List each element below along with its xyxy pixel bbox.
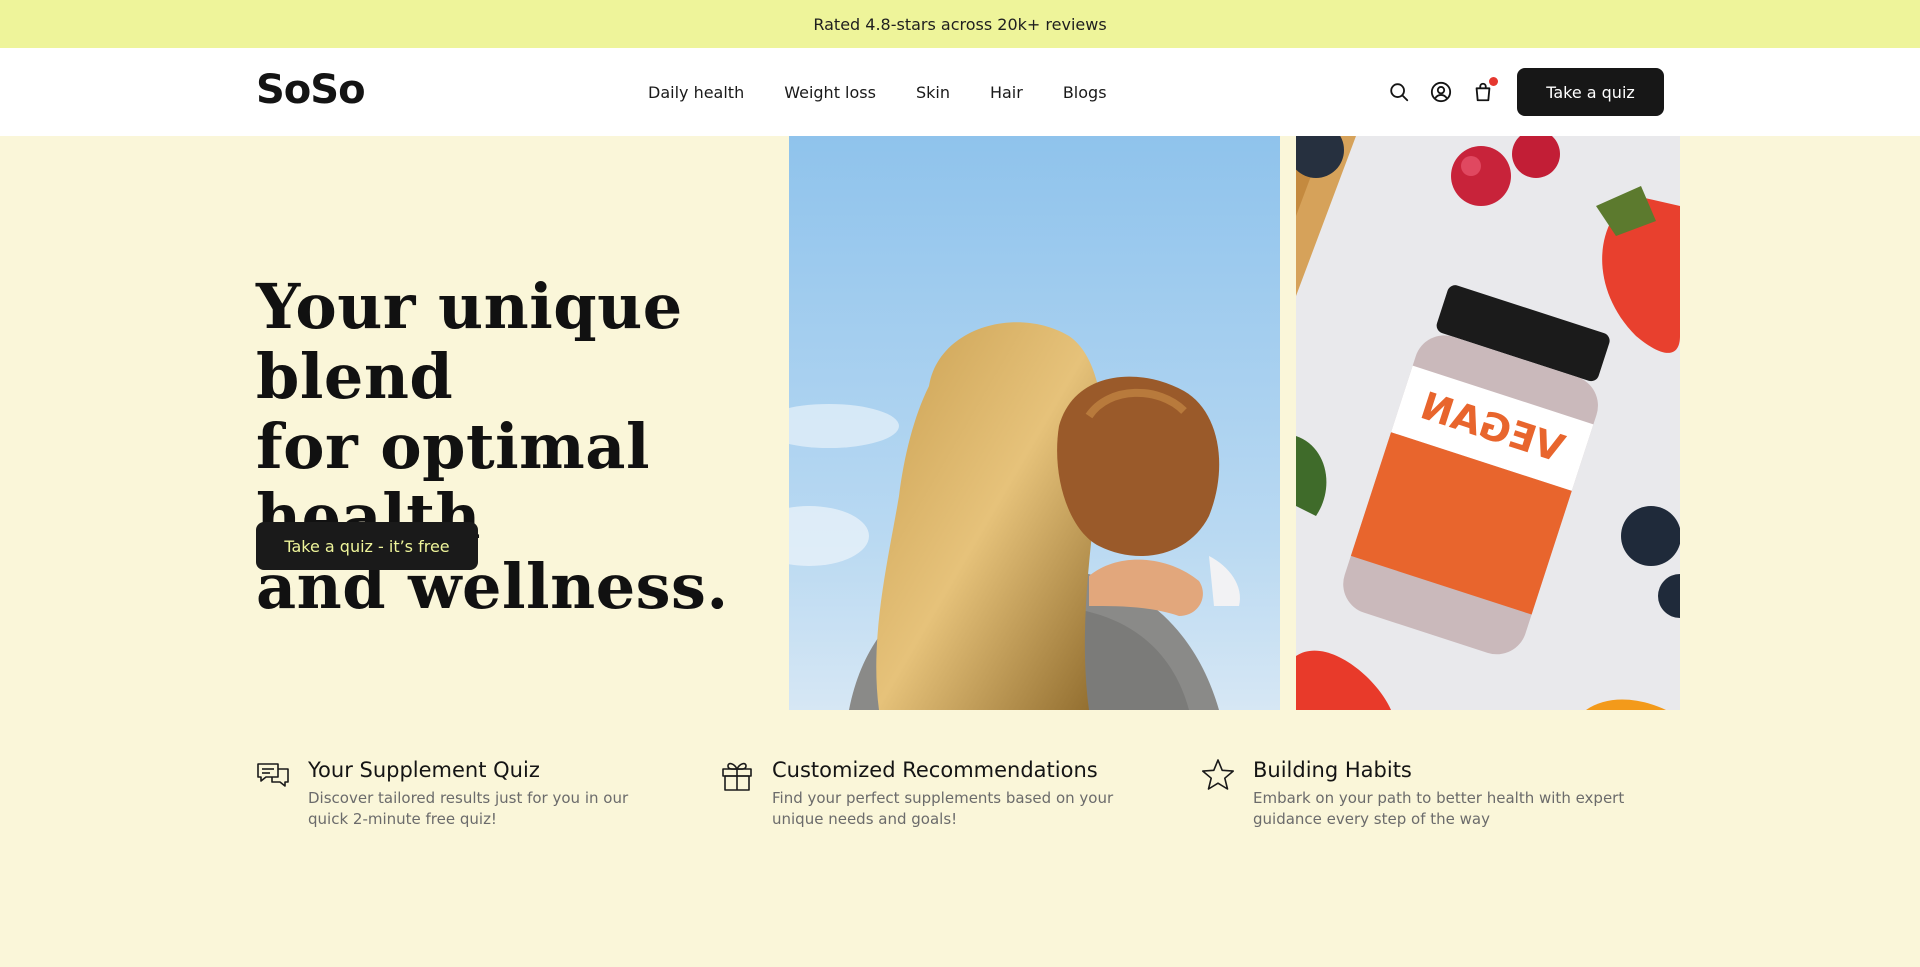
nav-item-weight-loss[interactable]: Weight loss (784, 83, 876, 102)
take-quiz-button[interactable]: Take a quiz (1517, 68, 1664, 116)
hero-quiz-button[interactable]: Take a quiz - it’s free (256, 522, 478, 570)
feature-description: Discover tailored results just for you i… (308, 789, 629, 828)
nav-item-skin[interactable]: Skin (916, 83, 950, 102)
feature-building-habits: Building Habits Embark on your path to b… (1201, 756, 1624, 830)
announcement-bar: Rated 4.8-stars across 20k+ reviews (0, 0, 1920, 48)
chat-bubbles-icon (256, 758, 290, 792)
hero-title-line: Your unique blend (256, 270, 683, 413)
gift-icon (720, 758, 754, 792)
account-icon[interactable] (1430, 81, 1452, 103)
cart-badge (1489, 77, 1498, 86)
feature-title: Customized Recommendations (772, 758, 1098, 782)
feature-description: Embark on your path to better health wit… (1253, 789, 1625, 828)
top-navigation: SoSo Daily health Weight loss Skin Hair … (0, 48, 1920, 136)
feature-title: Your Supplement Quiz (308, 758, 540, 782)
cart-icon[interactable] (1472, 77, 1498, 103)
feature-title: Building Habits (1253, 758, 1412, 782)
nav-item-hair[interactable]: Hair (990, 83, 1023, 102)
announcement-text: Rated 4.8-stars across 20k+ reviews (813, 14, 1107, 34)
features-section: Your Supplement Quiz Discover tailored r… (0, 756, 1920, 836)
feature-customized-recommendations: Customized Recommendations Find your per… (720, 756, 1113, 830)
search-icon[interactable] (1388, 81, 1410, 103)
brand-logo[interactable]: SoSo (256, 64, 366, 116)
feature-supplement-quiz: Your Supplement Quiz Discover tailored r… (256, 756, 628, 830)
star-icon (1201, 758, 1235, 792)
nav-item-daily-health[interactable]: Daily health (648, 83, 744, 102)
hero-image-mother-child (789, 136, 1280, 710)
main-menu: Daily health Weight loss Skin Hair Blogs (648, 48, 1107, 136)
hero-image-supplement-bottle: VEGAN (1296, 136, 1680, 710)
feature-description: Find your perfect supplements based on y… (772, 789, 1114, 828)
header-icons (1388, 48, 1498, 136)
nav-item-blogs[interactable]: Blogs (1063, 83, 1107, 102)
